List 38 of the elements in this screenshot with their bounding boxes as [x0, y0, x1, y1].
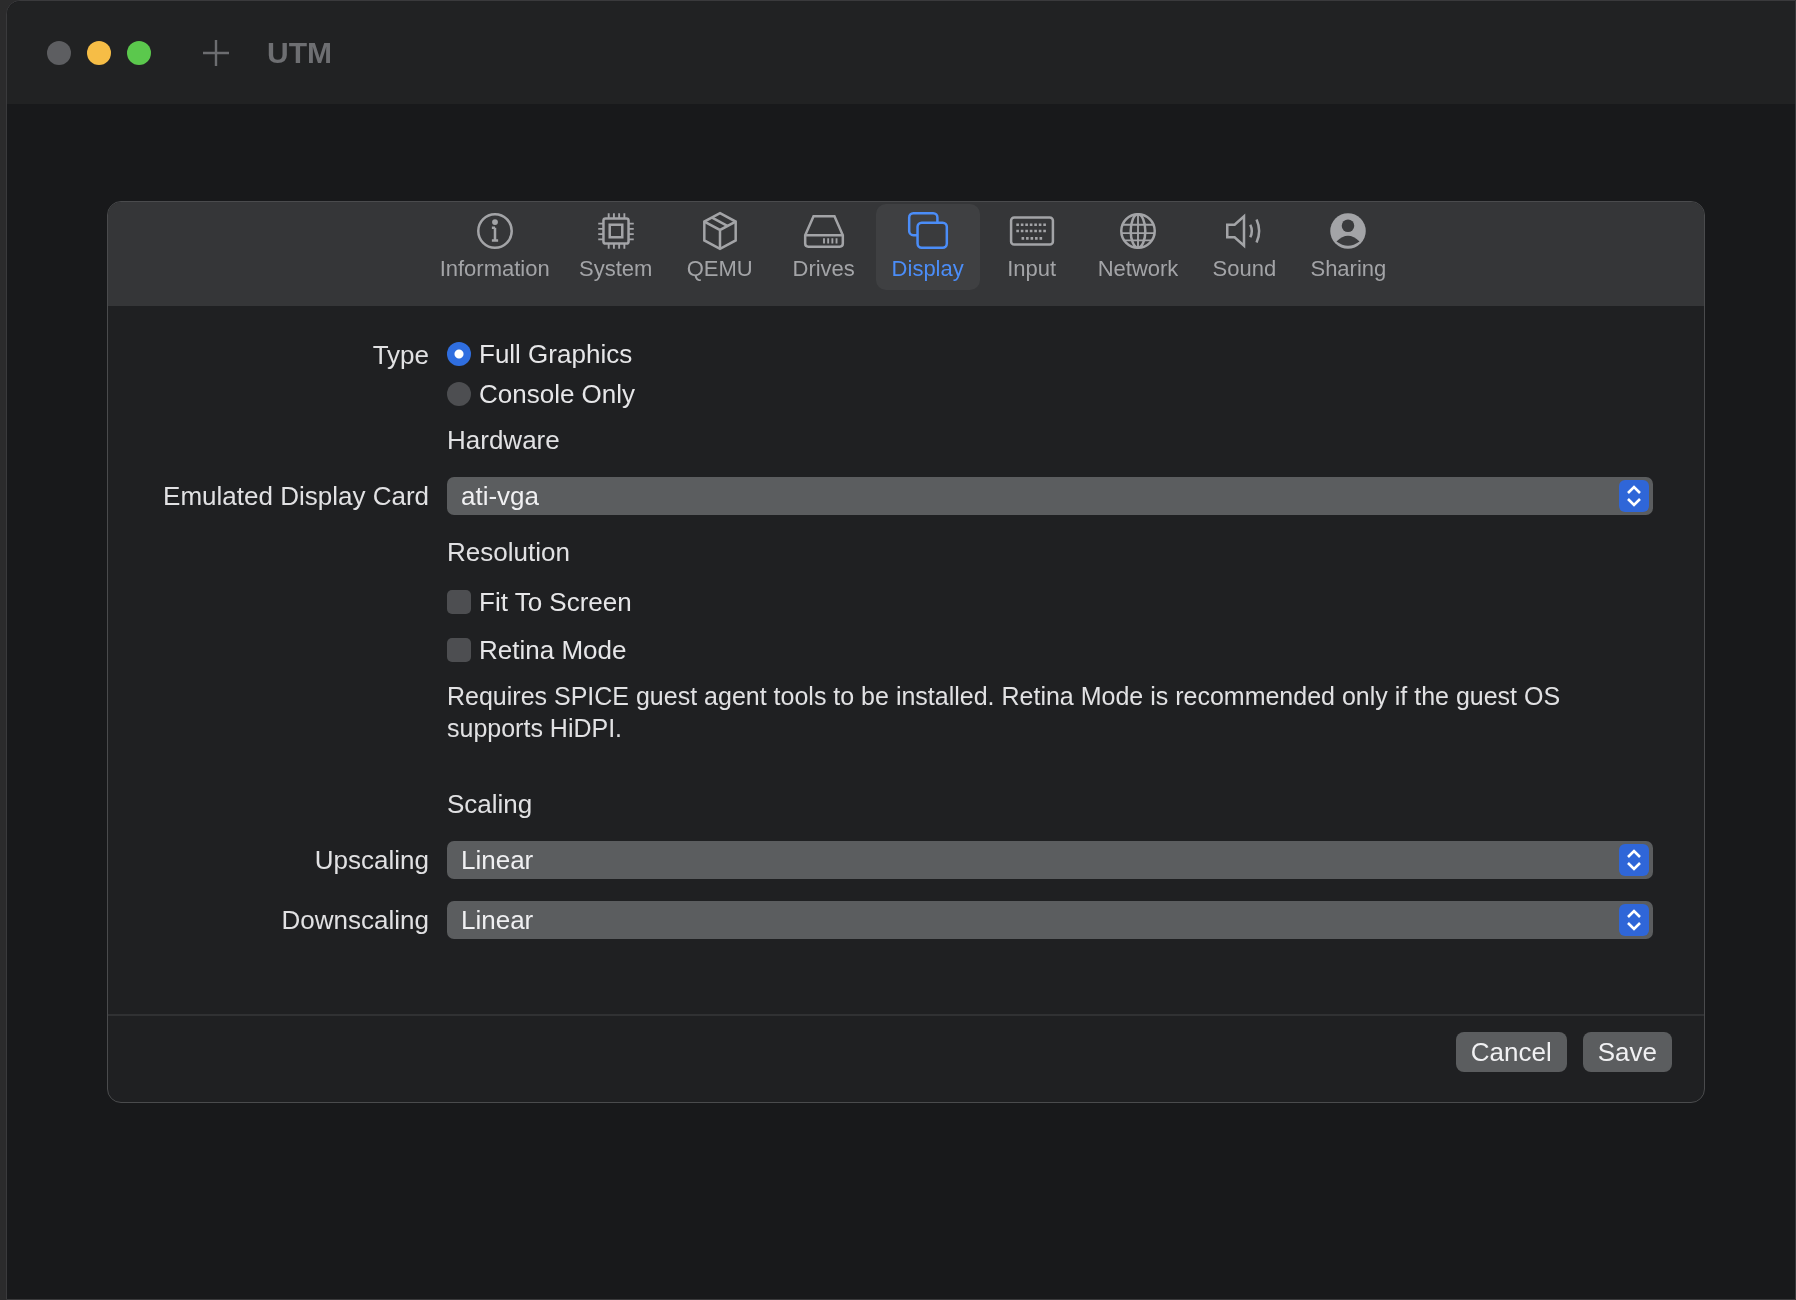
tab[interactable]: QEMU	[667, 204, 772, 290]
tab[interactable]: Display	[875, 204, 980, 290]
tab[interactable]: Network	[1083, 204, 1193, 290]
section-heading: Scaling	[447, 788, 533, 820]
checkbox-label: Retina Mode	[479, 634, 627, 666]
tab[interactable]: Drives	[771, 204, 876, 290]
option-label: Console Only	[479, 378, 636, 410]
tab[interactable]: System	[563, 204, 668, 290]
tab[interactable]: Sharing	[1296, 204, 1401, 290]
checkbox[interactable]	[447, 590, 471, 614]
close-button[interactable]	[47, 40, 71, 65]
help-text: Requires SPICE guest agent tools to be installed. Retina Mode is recommended only if the guest OS supports HiDPI.	[447, 681, 1562, 744]
window-title: UTM	[267, 35, 332, 70]
field-label: Upscaling	[314, 844, 429, 876]
checkbox[interactable]	[447, 638, 471, 662]
radio-button[interactable]	[447, 342, 471, 366]
minimize-button[interactable]	[87, 40, 111, 65]
dialog-button[interactable]: Save	[1582, 1032, 1672, 1072]
section-heading: Hardware	[447, 424, 560, 456]
chevron-icon	[1619, 480, 1649, 512]
field-label: Type	[372, 339, 429, 372]
dialog-button[interactable]: Cancel	[1455, 1032, 1567, 1072]
add-icon[interactable]	[201, 37, 231, 68]
dropdown[interactable]: Linear	[447, 901, 1653, 939]
field-label: Downscaling	[281, 904, 429, 936]
field-label: Emulated Display Card	[163, 480, 429, 512]
option-label: Full Graphics	[479, 338, 633, 370]
chevron-icon	[1619, 904, 1649, 936]
chevron-icon	[1619, 844, 1649, 876]
radio-button[interactable]	[447, 382, 471, 406]
dropdown[interactable]: ati-vga	[447, 477, 1653, 515]
tab[interactable]: Input	[979, 204, 1084, 290]
tab[interactable]: Information	[425, 204, 564, 290]
dropdown[interactable]: Linear	[447, 841, 1653, 879]
checkbox-label: Fit To Screen	[479, 586, 632, 618]
zoom-button[interactable]	[127, 40, 151, 65]
section-heading: Resolution	[447, 536, 570, 568]
tab[interactable]: Sound	[1192, 204, 1297, 290]
